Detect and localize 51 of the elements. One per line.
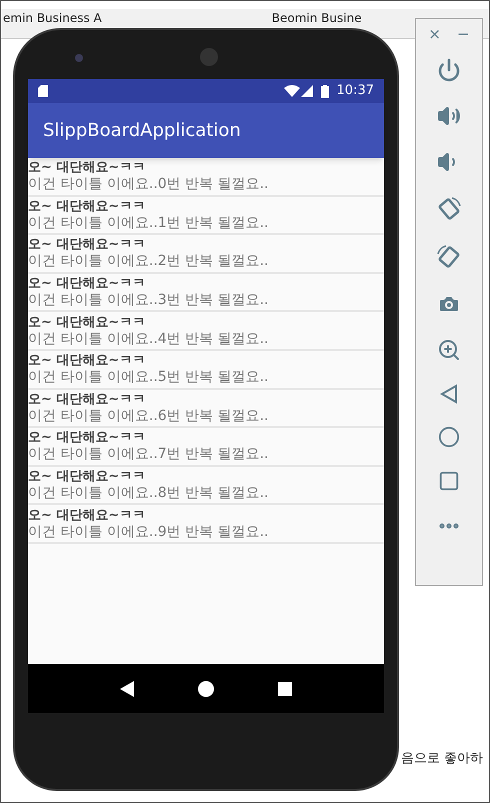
item-subtitle: 이건 타이틀 이에요..8번 반복 될껄요.. [28, 485, 270, 502]
list-item[interactable]: 오~ 대단해요~ㅋㅋ 이건 타이틀 이에요..3번 반복 될껄요.. [28, 274, 384, 312]
zoom-icon[interactable] [437, 338, 461, 362]
rotate-right-icon[interactable] [436, 244, 462, 270]
sd-card-icon [38, 85, 48, 97]
close-button[interactable]: × [428, 23, 441, 46]
item-subtitle: 이건 타이틀 이에요..3번 반복 될껄요.. [28, 292, 270, 310]
item-title: 오~ 대단해요~ㅋㅋ [28, 236, 146, 254]
item-subtitle: 이건 타이틀 이에요..4번 반복 될껄요.. [28, 330, 270, 348]
list-item[interactable]: 오~ 대단해요~ㅋㅋ 이건 타이틀 이에요..4번 반복 될껄요.. [28, 312, 384, 351]
power-icon[interactable] [437, 58, 461, 82]
browser-tab[interactable]: emin Business A [3, 11, 102, 26]
item-title: 오~ 대단해요~ㅋㅋ [28, 429, 146, 446]
item-subtitle: 이건 타이틀 이에요..7번 반복 될껄요.. [28, 446, 270, 464]
list-item[interactable]: 오~ 대단해요~ㅋㅋ 이건 타이틀 이에요..6번 반복 될껄요.. [28, 390, 384, 428]
speaker-icon [200, 48, 218, 66]
browser-tab[interactable]: Beomin Busine [272, 11, 362, 26]
item-subtitle: 이건 타이틀 이에요..1번 반복 될껄요.. [28, 214, 270, 232]
item-subtitle: 이건 타이틀 이에요..9번 반복 될껄요.. [28, 524, 270, 541]
list-item[interactable]: 오~ 대단해요~ㅋㅋ 이건 타이틀 이에요..1번 반복 될껄요.. [28, 196, 384, 236]
item-title: 오~ 대단해요~ㅋㅋ [28, 506, 146, 524]
list-item[interactable]: 오~ 대단해요~ㅋㅋ 이건 타이틀 이에요..8번 반복 될껄요.. [28, 466, 384, 506]
item-title: 오~ 대단해요~ㅋㅋ [28, 352, 146, 370]
wifi-icon [284, 85, 300, 97]
item-title: 오~ 대단해요~ㅋㅋ [28, 314, 146, 331]
battery-icon [320, 84, 329, 98]
status-time: 10:37 [336, 82, 374, 100]
item-title: 오~ 대단해요~ㅋㅋ [28, 159, 146, 176]
list-item[interactable]: 오~ 대단해요~ㅋㅋ 이건 타이틀 이에요..9번 반복 될껄요.. [28, 505, 384, 544]
list-item[interactable]: 오~ 대단해요~ㅋㅋ 이건 타이틀 이에요..0번 반복 될껄요.. [28, 158, 384, 197]
rotate-left-icon[interactable] [436, 196, 462, 222]
minimize-button[interactable]: − [457, 23, 470, 46]
back-icon[interactable] [120, 680, 134, 696]
recents-icon[interactable] [278, 682, 292, 696]
home-icon[interactable] [198, 680, 214, 696]
list-item[interactable]: 오~ 대단해요~ㅋㅋ 이건 타이틀 이에요..7번 반복 될껄요.. [28, 428, 384, 467]
camera-icon [75, 54, 83, 62]
item-title: 오~ 대단해요~ㅋㅋ [28, 275, 146, 292]
item-title: 오~ 대단해요~ㅋㅋ [28, 468, 146, 486]
item-title: 오~ 대단해요~ㅋㅋ [28, 198, 146, 215]
signal-icon [300, 85, 313, 97]
item-subtitle: 이건 타이틀 이에요..5번 반복 될껄요.. [28, 369, 270, 386]
list-item[interactable]: 오~ 대단해요~ㅋㅋ 이건 타이틀 이에요..5번 반복 될껄요.. [28, 350, 384, 390]
app-title: SlippBoardApplication [43, 119, 241, 143]
item-subtitle: 이건 타이틀 이에요..2번 반복 될껄요.. [28, 253, 270, 270]
item-subtitle: 이건 타이틀 이에요..0번 반복 될껄요.. [28, 176, 270, 194]
page-text: 음으로 좋아하 [401, 750, 484, 768]
list-item[interactable]: 오~ 대단해요~ㅋㅋ 이건 타이틀 이에요..2번 반복 될껄요.. [28, 235, 384, 274]
overview-icon[interactable] [438, 470, 460, 492]
item-subtitle: 이건 타이틀 이에요..6번 반복 될껄요.. [28, 408, 270, 425]
item-title: 오~ 대단해요~ㅋㅋ [28, 390, 146, 408]
